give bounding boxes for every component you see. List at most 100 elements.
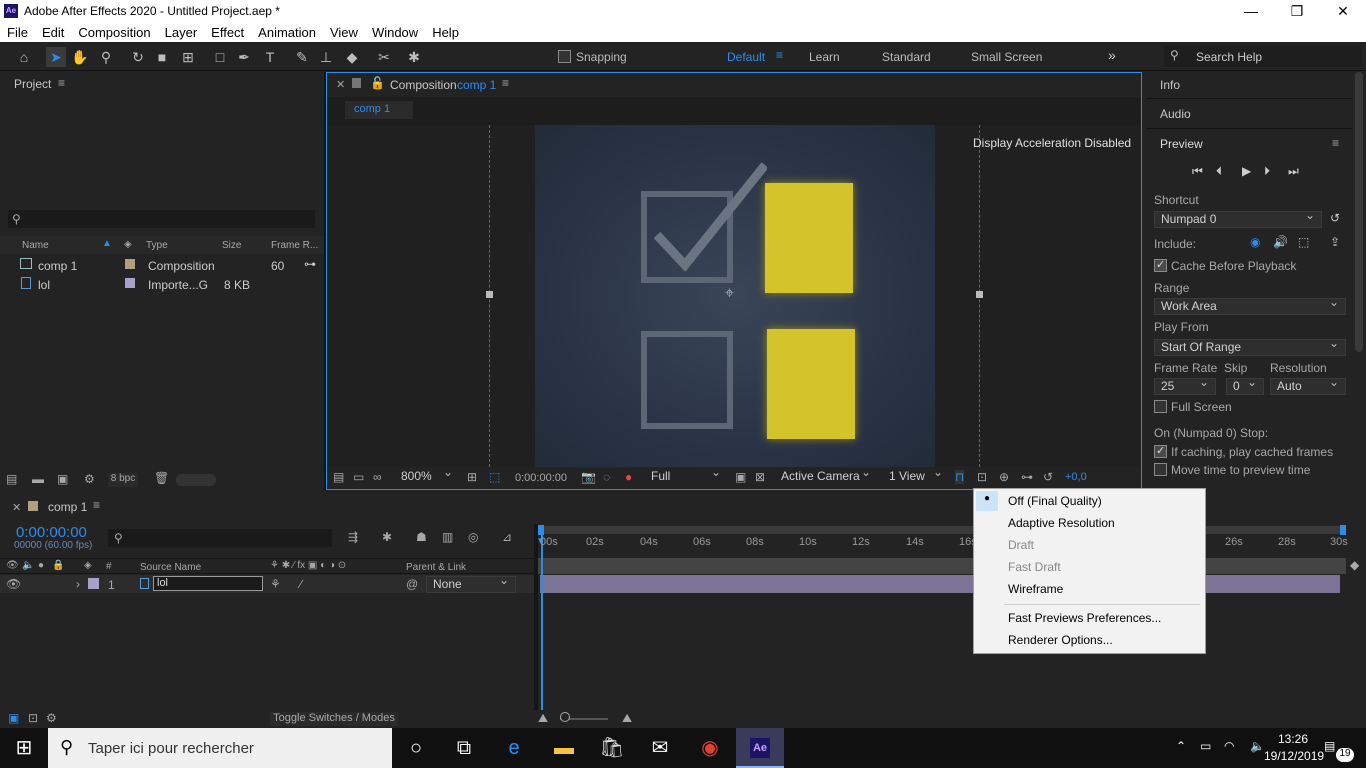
camera-dropdown[interactable]: Active Camera [775, 465, 877, 486]
frame-blending-icon[interactable]: ▥ [442, 530, 453, 544]
monitor-icon[interactable]: ▭ [353, 470, 364, 484]
interpret-footage-icon[interactable]: ▤ [6, 472, 17, 486]
menu-view[interactable]: View [323, 25, 365, 40]
preview-panel-title[interactable]: Preview [1160, 137, 1203, 151]
vr-goggles-icon[interactable]: ∞ [373, 470, 382, 484]
after-effects-taskbar-icon[interactable]: Ae [736, 728, 784, 768]
skip-dropdown[interactable]: 0 [1226, 375, 1264, 395]
right-panel-scrollbar[interactable] [1355, 72, 1363, 352]
current-time-display[interactable]: 0:00:00:00 [515, 472, 567, 484]
shy-layers-icon[interactable]: ☗ [416, 530, 427, 544]
composition-canvas[interactable] [535, 125, 935, 467]
clock-date[interactable]: 19/12/2019 [1264, 749, 1324, 763]
show-hidden-icons-icon[interactable]: ⌃ [1176, 739, 1186, 753]
navigator-end-handle[interactable] [1340, 525, 1346, 535]
parent-link-header[interactable]: Parent & Link [406, 562, 466, 573]
col-type[interactable]: Type [146, 240, 168, 251]
include-audio-icon[interactable]: 🔊 [1273, 235, 1288, 249]
menu-animation[interactable]: Animation [251, 25, 323, 40]
sort-ascending-icon[interactable]: ▲ [102, 238, 112, 249]
snapshot-icon[interactable]: 📷 [581, 470, 596, 484]
more-workspaces-icon[interactable]: » [1108, 47, 1116, 63]
search-help-field[interactable]: ⚲ Search Help [1164, 45, 1362, 67]
expand-layer-icon[interactable]: › [76, 577, 80, 591]
reset-icon[interactable]: ↺ [1330, 211, 1340, 225]
panel-menu-icon[interactable]: ≡ [58, 76, 65, 90]
chrome-icon[interactable]: ◉ [686, 728, 734, 768]
external-video-icon[interactable]: ⇪ [1330, 235, 1340, 249]
panel-menu-icon[interactable]: ≡ [1332, 136, 1339, 150]
audio-switch-icon[interactable]: 🔈 [22, 560, 34, 571]
timeline-current-time[interactable]: 0:00:00:00 [16, 524, 87, 541]
label-swatch[interactable] [125, 278, 135, 288]
work-area-bar[interactable] [538, 558, 1346, 574]
layer-handle[interactable] [976, 291, 983, 298]
current-time-indicator[interactable] [541, 534, 543, 712]
layer-row[interactable]: 👁 › 1 lol ⚘ ∕ @ None [0, 573, 534, 593]
thumbnail-slider[interactable] [176, 474, 216, 486]
type-tool-icon[interactable]: T [260, 47, 280, 67]
project-row-lol[interactable]: lol Importe...G 8 KB [0, 275, 324, 293]
move-time-checkbox[interactable] [1154, 463, 1167, 476]
menu-item-off-final-quality[interactable]: Off (Final Quality) [1008, 494, 1102, 508]
lock-icon[interactable] [352, 78, 361, 88]
solo-switch-icon[interactable]: ● [38, 560, 44, 571]
zoom-slider-thumb[interactable] [560, 712, 570, 722]
composition-breadcrumb[interactable]: comp 1 [345, 101, 413, 119]
draft-3d-icon[interactable]: ✱ [382, 530, 392, 544]
volume-icon[interactable]: 🔈 [1250, 739, 1265, 753]
composition-end-marker[interactable]: ◆ [1350, 558, 1359, 572]
cache-checkbox[interactable] [1154, 258, 1167, 272]
title-safe-icon[interactable]: ⊞ [467, 470, 477, 484]
brush-tool-icon[interactable]: ✎ [292, 47, 312, 67]
workspace-standard[interactable]: Standard [882, 50, 931, 64]
snapping-checkbox[interactable] [558, 50, 571, 63]
menu-window[interactable]: Window [365, 25, 425, 40]
timeline-search-input[interactable]: ⚲ [108, 529, 332, 547]
panel-menu-icon[interactable]: ≡ [502, 76, 509, 90]
first-frame-icon[interactable]: ⏮ [1192, 164, 1203, 179]
taskbar-search-box[interactable]: ⚲ Taper ici pour rechercher [48, 728, 392, 768]
resolution-dropdown[interactable]: Full [645, 465, 727, 486]
workspace-small-screen[interactable]: Small Screen [971, 50, 1042, 64]
pan-behind-tool-icon[interactable]: ⊞ [178, 47, 198, 67]
previous-frame-icon[interactable]: ⏴ [1216, 164, 1222, 179]
close-tab-icon[interactable]: ✕ [12, 501, 21, 514]
col-frame-rate[interactable]: Frame R... [271, 240, 318, 251]
project-settings-icon[interactable]: ⚙ [84, 472, 95, 486]
clone-stamp-tool-icon[interactable]: ⊥ [316, 47, 336, 67]
menu-help[interactable]: Help [425, 25, 466, 40]
zoom-tool-icon[interactable]: ⚲ [96, 47, 116, 67]
video-visible-icon[interactable]: 👁 [6, 577, 21, 591]
source-name-header[interactable]: Source Name [140, 562, 201, 573]
layer-label-swatch[interactable] [88, 578, 99, 589]
comp-flowchart-icon[interactable]: ⊕ [999, 470, 1009, 484]
menu-edit[interactable]: Edit [35, 25, 71, 40]
rotation-tool-icon[interactable]: ↻ [128, 47, 148, 67]
hand-tool-icon[interactable]: ✋ [70, 47, 90, 67]
transparency-grid-icon[interactable]: ⊠ [755, 470, 765, 484]
label-swatch[interactable] [125, 259, 135, 269]
unlock-icon[interactable]: 🔓 [370, 76, 385, 90]
wifi-icon[interactable]: ◠ [1224, 739, 1234, 753]
menu-file[interactable]: File [0, 25, 35, 40]
flowchart-icon[interactable]: ⊶ [1021, 470, 1033, 484]
project-search-input[interactable]: ⚲ [8, 210, 315, 228]
lock-switch-icon[interactable]: 🔒 [52, 560, 64, 571]
project-row-comp[interactable]: comp 1 Composition 60 ⊶ [0, 256, 324, 274]
flowchart-icon[interactable]: ⊶ [304, 257, 316, 271]
mail-icon[interactable]: ✉ [636, 728, 684, 768]
shortcut-dropdown[interactable]: Numpad 0 [1154, 208, 1322, 228]
menu-effect[interactable]: Effect [204, 25, 251, 40]
time-navigator[interactable] [538, 525, 1346, 535]
zoom-out-icon[interactable]: ⛰ [538, 711, 548, 726]
motion-blur-icon[interactable]: ◎ [468, 530, 478, 544]
audio-panel-title[interactable]: Audio [1160, 107, 1191, 121]
timing-toggle-icon[interactable]: ⚙ [46, 711, 57, 725]
trash-icon[interactable]: 🗑 [154, 471, 169, 485]
viewer[interactable]: ⌖ Display Acceleration Disabled [327, 125, 1141, 467]
play-from-dropdown[interactable]: Start Of Range [1154, 336, 1346, 356]
panel-menu-icon[interactable]: ≡ [93, 498, 100, 512]
frame-rate-dropdown[interactable]: 25 [1154, 375, 1216, 395]
resolution-dropdown[interactable]: Auto [1270, 375, 1346, 395]
